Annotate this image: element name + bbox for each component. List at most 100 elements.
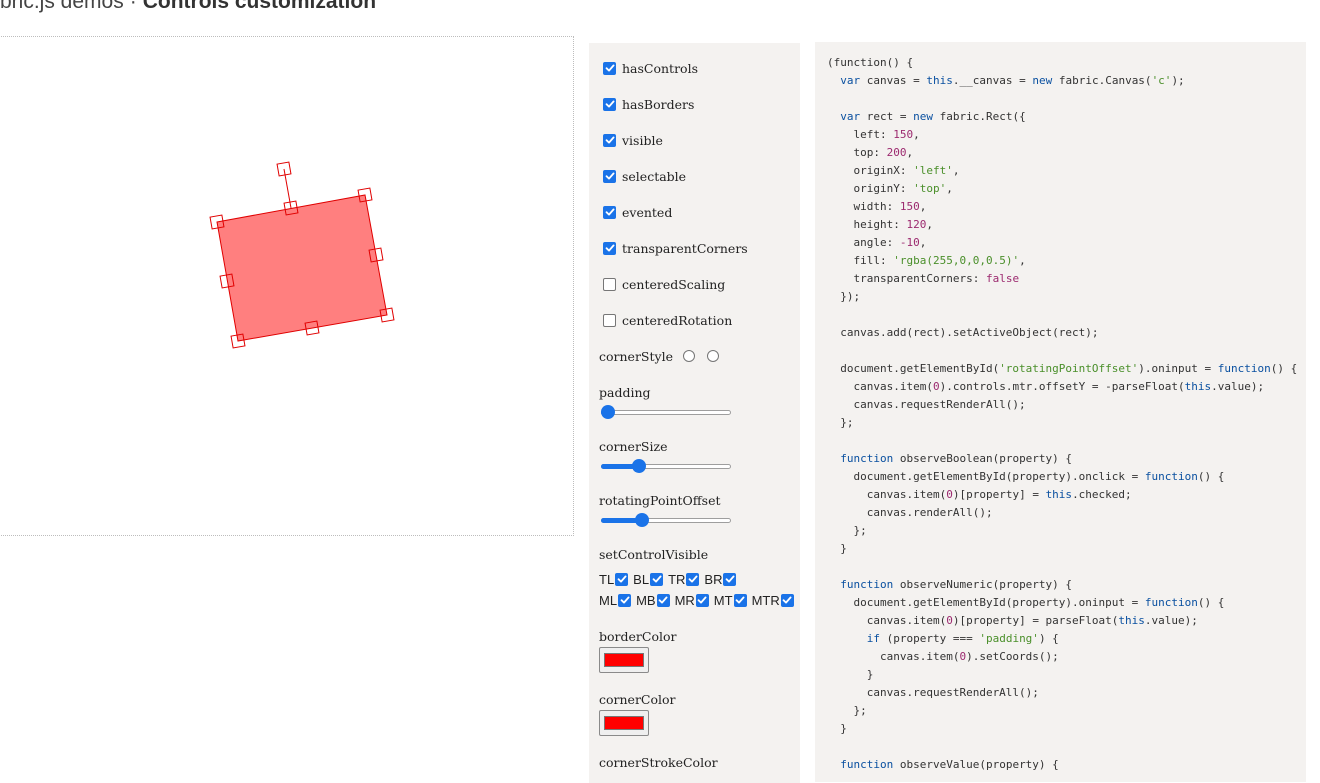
page-title-separator: · <box>129 0 137 13</box>
code-line: canvas.requestRenderAll(); <box>827 686 1039 699</box>
code-line: originX: 'left', <box>827 164 960 177</box>
fabric-canvas[interactable] <box>0 36 574 536</box>
control-visible-label: BL <box>633 571 650 587</box>
control-visible-tr: TR <box>668 571 700 587</box>
controls-panel: hasControls hasBorders visible selectabl… <box>589 43 800 783</box>
cornerStrokeColor-label: cornerStrokeColor <box>599 754 718 770</box>
rotatingPointOffset-label: rotatingPointOffset <box>599 492 721 508</box>
option-evented: evented <box>603 203 672 221</box>
borderColor-label: borderColor <box>599 628 677 644</box>
code-line: top: 200, <box>827 146 914 159</box>
code-line: function observeNumeric(property) { <box>827 578 1073 591</box>
code-line: function observeBoolean(property) { <box>827 452 1073 465</box>
selectable-checkbox[interactable] <box>603 169 616 183</box>
code-line: canvas.item(0).controls.mtr.offsetY = -p… <box>827 380 1265 393</box>
code-line: var canvas = this.__canvas = new fabric.… <box>827 74 1185 87</box>
transparentCorners-label: transparentCorners <box>622 240 748 256</box>
code-line: transparentCorners: false <box>827 272 1020 285</box>
control-visible-checkbox[interactable] <box>650 572 664 586</box>
control-visible-tl: TL <box>599 571 629 587</box>
code-line: }); <box>827 290 861 303</box>
centeredRotation-label: centeredRotation <box>622 312 733 328</box>
control-visible-br: BR <box>704 571 737 587</box>
control-visible-mr: MR <box>675 593 709 608</box>
code-line: fill: 'rgba(255,0,0,0.5)', <box>827 254 1026 267</box>
control-visible-checkbox[interactable] <box>733 593 747 607</box>
control-visible-checkbox[interactable] <box>686 572 700 586</box>
option-centeredScaling: centeredScaling <box>603 275 725 293</box>
control-visible-label: TR <box>668 571 686 587</box>
cornerSize-slider[interactable] <box>601 458 731 474</box>
code-line: canvas.item(0)[property] = parseFloat(th… <box>827 614 1198 627</box>
cornerStyle-radio-circle[interactable] <box>706 350 719 362</box>
cornerColor-label: cornerColor <box>599 691 676 707</box>
control-visible-checkbox[interactable] <box>618 593 632 607</box>
control-visible-checkbox[interactable] <box>723 572 737 586</box>
evented-label: evented <box>622 204 673 220</box>
code-line: document.getElementById('rotatingPointOf… <box>827 362 1298 375</box>
code-line: document.getElementById(property).oninpu… <box>827 596 1225 609</box>
option-hasControls: hasControls <box>603 59 698 77</box>
visible-checkbox[interactable] <box>603 133 616 147</box>
code-line: (function() { <box>827 56 914 69</box>
control-visible-checkbox[interactable] <box>656 593 670 607</box>
cornerStyle-row: cornerStyle <box>599 347 719 365</box>
control-visible-checkbox[interactable] <box>695 593 709 607</box>
code-line: } <box>827 722 847 735</box>
cornerColor-picker[interactable] <box>599 710 649 736</box>
borderColor-picker[interactable] <box>599 647 649 673</box>
control-visible-checkbox[interactable] <box>780 593 794 607</box>
canvas-drawing <box>209 161 395 349</box>
control-visible-mb: MB <box>636 593 670 608</box>
cornerStyle-radio-rect[interactable] <box>682 350 695 362</box>
selectable-label: selectable <box>622 168 687 184</box>
code-line: }; <box>827 416 854 429</box>
code-line: } <box>827 668 874 681</box>
selected-rectangle[interactable] <box>216 194 388 342</box>
centeredScaling-checkbox[interactable] <box>603 277 616 291</box>
code-line: height: 120, <box>827 218 933 231</box>
padding-slider[interactable] <box>601 404 731 420</box>
code-line: left: 150, <box>827 128 920 141</box>
control-visible-label: MTR <box>751 592 780 608</box>
control-visible-label: MB <box>636 592 656 608</box>
centeredScaling-label: centeredScaling <box>622 276 726 292</box>
borderColor-swatch <box>604 653 644 667</box>
code-line: var rect = new fabric.Rect({ <box>827 110 1026 123</box>
cornerSize-label: cornerSize <box>599 438 668 454</box>
control-visible-checkbox[interactable] <box>615 572 629 586</box>
hasControls-label: hasControls <box>622 60 698 76</box>
hasControls-checkbox[interactable] <box>603 61 616 75</box>
code-line: canvas.requestRenderAll(); <box>827 398 1026 411</box>
padding-slider-thumb[interactable] <box>601 405 615 419</box>
option-visible: visible <box>603 131 663 149</box>
control-visible-label: BR <box>704 571 723 587</box>
control-visible-row-2: ML MB MR MT MTR <box>599 592 799 608</box>
evented-checkbox[interactable] <box>603 205 616 219</box>
code-line: }; <box>827 524 867 537</box>
transparentCorners-checkbox[interactable] <box>603 241 616 255</box>
page-title: bric.js demos · Controls customization <box>0 0 600 14</box>
cornerStyle-label: cornerStyle <box>599 348 673 364</box>
cornerSize-slider-thumb[interactable] <box>632 459 647 473</box>
control-visible-ml: ML <box>599 592 632 608</box>
padding-label: padding <box>599 384 651 400</box>
page-title-prefix: bric.js demos <box>0 0 124 13</box>
control-visible-label: TL <box>599 571 615 587</box>
control-visible-mt: MT <box>714 593 747 608</box>
control-visible-mtr: MTR <box>752 593 794 608</box>
hasBorders-checkbox[interactable] <box>603 97 616 111</box>
code-line: canvas.renderAll(); <box>827 506 993 519</box>
control-visible-label: ML <box>599 592 618 608</box>
rotatingPointOffset-slider[interactable] <box>601 512 731 528</box>
code-line: if (property === 'padding') { <box>827 632 1059 645</box>
hasBorders-label: hasBorders <box>622 96 695 112</box>
centeredRotation-checkbox[interactable] <box>603 313 616 327</box>
page-title-main: Controls customization <box>142 0 377 13</box>
control-visible-label: MR <box>674 592 695 608</box>
code-line: width: 150, <box>827 200 927 213</box>
code-line: canvas.add(rect).setActiveObject(rect); <box>827 326 1099 339</box>
rotatingPointOffset-slider-thumb[interactable] <box>634 513 649 527</box>
code-line: document.getElementById(property).onclic… <box>827 470 1225 483</box>
option-selectable: selectable <box>603 167 686 185</box>
